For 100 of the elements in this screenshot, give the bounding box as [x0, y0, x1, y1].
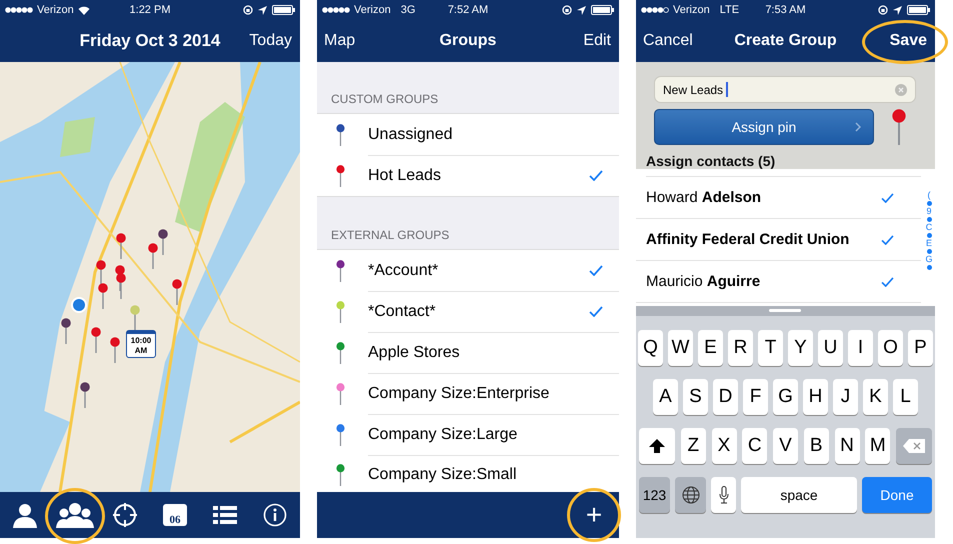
tab-button[interactable]: 06 — [153, 495, 197, 535]
globe-key[interactable] — [675, 477, 706, 513]
key[interactable]: T — [758, 330, 783, 366]
numbers-key[interactable]: 123 — [639, 477, 670, 513]
location-arrow-icon — [576, 6, 586, 14]
key[interactable]: D — [713, 379, 738, 415]
person-list-row[interactable]: Affinity Federal Credit Union — [636, 219, 921, 261]
info-icon — [263, 503, 287, 527]
map-pin-icon[interactable] — [91, 327, 101, 353]
map-pin-icon[interactable] — [98, 283, 108, 309]
key[interactable]: H — [803, 379, 828, 415]
group-row[interactable]: Company Size:Enterprise — [317, 373, 619, 414]
key[interactable]: J — [833, 379, 858, 415]
group-row[interactable]: Hot Leads — [317, 155, 619, 196]
key[interactable]: S — [683, 379, 708, 415]
key[interactable]: I — [848, 330, 873, 366]
date-title: Friday Oct 3 2014 — [80, 31, 220, 51]
key[interactable]: Z — [680, 428, 706, 464]
group-row[interactable]: *Contact* — [317, 291, 619, 332]
key[interactable]: U — [818, 330, 843, 366]
map-pin-icon[interactable] — [148, 243, 158, 269]
map-pin-icon[interactable] — [116, 273, 126, 299]
key[interactable]: C — [742, 428, 768, 464]
group-row[interactable]: Company Size:Large — [317, 414, 619, 455]
microphone-key[interactable] — [711, 477, 736, 513]
group-row[interactable]: *Account* — [317, 250, 619, 291]
index-letter[interactable]: G — [925, 255, 932, 264]
rotation-lock-icon — [562, 5, 572, 15]
index-letter[interactable]: C — [926, 223, 932, 232]
save-button[interactable]: Save — [890, 32, 927, 50]
index-dot — [926, 249, 932, 254]
key[interactable]: Q — [638, 330, 663, 366]
map-pin-icon[interactable] — [172, 279, 182, 305]
battery-icon — [590, 5, 614, 15]
cancel-button[interactable]: Cancel — [643, 32, 693, 50]
wifi-icon — [78, 6, 90, 14]
group-name: *Account* — [368, 262, 440, 280]
screen-title: Groups — [440, 32, 496, 50]
key[interactable]: F — [743, 379, 768, 415]
map-pin-icon[interactable] — [80, 382, 90, 408]
person-list-row[interactable]: Mauricio Aguirre — [636, 261, 921, 303]
group-name: Company Size:Large — [368, 426, 518, 444]
key[interactable]: V — [773, 428, 798, 464]
key[interactable]: B — [804, 428, 829, 464]
map-pin-icon[interactable] — [130, 305, 140, 331]
person-icon — [12, 502, 38, 528]
chevron-icon — [855, 122, 861, 132]
rotation-lock-icon — [243, 5, 253, 15]
person-list-row[interactable]: Howard Adelson — [636, 177, 921, 219]
map-button[interactable]: Map — [324, 32, 356, 50]
calendar-icon: 06 — [163, 504, 187, 526]
network-type: 3G — [400, 4, 416, 16]
done-key[interactable]: Done — [862, 477, 932, 513]
index-letter[interactable]: E — [926, 239, 932, 248]
carrier-name: Verizon — [354, 4, 391, 16]
group-name: Hot Leads — [368, 166, 442, 184]
key[interactable]: N — [834, 428, 860, 464]
space-key[interactable]: space — [741, 477, 857, 513]
contact-name: Affinity Federal Credit Union — [646, 231, 850, 248]
key[interactable]: E — [698, 330, 723, 366]
key[interactable]: W — [668, 330, 693, 366]
group-name: Apple Stores — [368, 344, 461, 362]
today-button[interactable]: Today — [249, 32, 292, 50]
location-arrow-icon — [892, 6, 902, 14]
key[interactable]: A — [653, 379, 678, 415]
key[interactable]: M — [865, 428, 890, 464]
edit-button[interactable]: Edit — [583, 32, 611, 50]
key[interactable]: K — [863, 379, 888, 415]
map-pin-icon[interactable] — [61, 318, 71, 344]
carrier-name: Verizon — [673, 4, 710, 16]
key[interactable]: O — [878, 330, 903, 366]
index-letter[interactable]: 9 — [926, 207, 932, 216]
contact-name: Mauricio Aguirre — [646, 273, 762, 290]
key[interactable]: L — [893, 379, 918, 415]
key[interactable]: P — [908, 330, 933, 366]
group-row[interactable]: Apple Stores — [317, 332, 619, 373]
group-name: Company Size:Small — [368, 466, 518, 484]
group-row[interactable]: Company Size:Small — [317, 455, 619, 492]
index-letter[interactable]: ( — [928, 191, 930, 200]
key[interactable]: R — [728, 330, 753, 366]
index-dot — [926, 233, 932, 238]
key[interactable]: G — [773, 379, 798, 415]
section-header: CUSTOM GROUPS — [331, 92, 438, 106]
key[interactable]: Y — [788, 330, 813, 366]
assign-pin-button[interactable]: Assign pin — [654, 109, 874, 145]
group-name-field[interactable]: New Leads — [654, 76, 916, 103]
rotation-lock-icon — [878, 5, 888, 15]
key[interactable]: X — [712, 428, 736, 464]
delete-icon — [903, 439, 925, 453]
group-row[interactable]: Unassigned — [317, 114, 619, 155]
time-callout: 10:00 AM — [126, 330, 156, 358]
add-button[interactable]: + — [577, 501, 611, 529]
shift-key[interactable] — [639, 428, 675, 464]
crosshair-icon — [112, 502, 138, 528]
map-pin-icon[interactable] — [116, 233, 126, 259]
section-header: Assign contacts (5) — [646, 153, 776, 169]
map-pin-icon[interactable] — [110, 337, 120, 363]
battery-icon — [906, 5, 930, 15]
map-pin-icon[interactable] — [158, 229, 168, 255]
group-name: Unassigned — [368, 126, 454, 144]
